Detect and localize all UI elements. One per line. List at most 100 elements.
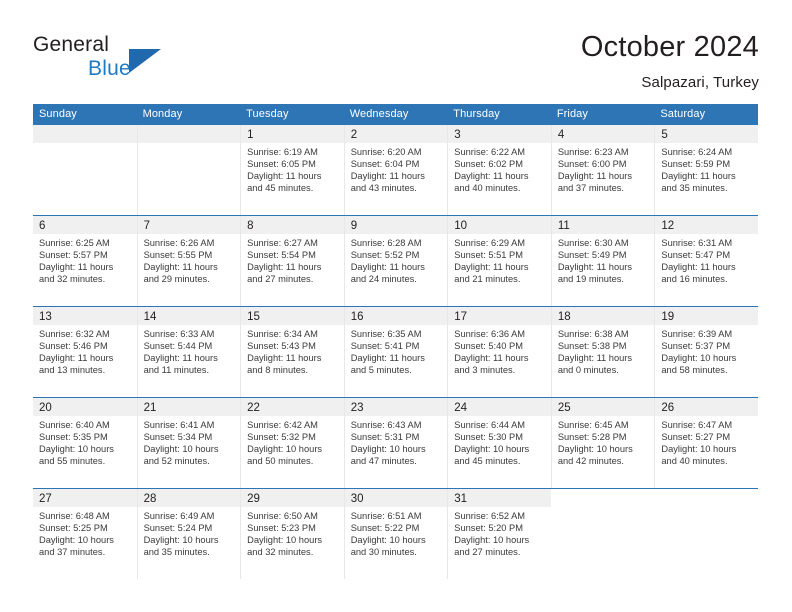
- day-number-band: 17: [448, 307, 551, 325]
- calendar-day-cell[interactable]: 26 Sunrise: 6:47 AM Sunset: 5:27 PM Dayli…: [654, 398, 758, 488]
- calendar-day-cell[interactable]: 3 Sunrise: 6:22 AM Sunset: 6:02 PM Daylig…: [447, 125, 551, 215]
- calendar-day-cell[interactable]: 12 Sunrise: 6:31 AM Sunset: 5:47 PM Dayli…: [654, 216, 758, 306]
- day-sun-details: Sunrise: 6:22 AM Sunset: 6:02 PM Dayligh…: [454, 147, 529, 193]
- day-number: 6: [39, 220, 46, 232]
- day-number: 1: [247, 129, 254, 141]
- day-number: 2: [350, 129, 358, 141]
- day-number: 12: [661, 220, 675, 232]
- calendar-day-cell[interactable]: 11 Sunrise: 6:30 AM Sunset: 5:49 PM Dayli…: [550, 216, 655, 306]
- day-number: 13: [39, 311, 52, 323]
- calendar-day-cell[interactable]: 1 Sunrise: 6:19 AM Sunset: 6:05 PM Daylig…: [240, 125, 344, 215]
- day-of-week-header-monday: Monday: [142, 108, 183, 120]
- day-number: 29: [247, 493, 260, 505]
- day-of-week-header-tuesday: Tuesday: [246, 108, 289, 120]
- page-header: General Blue October 2024 Salpazari, Tur…: [0, 0, 792, 100]
- day-sun-details: [33, 143, 137, 147]
- day-of-week-header-saturday: Saturday: [660, 108, 706, 120]
- day-number-band: 8: [241, 216, 344, 234]
- day-number: 18: [557, 311, 571, 323]
- day-number-band: 3: [448, 125, 551, 143]
- calendar-day-cell[interactable]: 6 Sunrise: 6:25 AM Sunset: 5:57 PM Daylig…: [33, 216, 137, 306]
- day-number-band: [655, 489, 758, 507]
- calendar-day-cell[interactable]: 27 Sunrise: 6:48 AM Sunset: 5:25 PM Dayli…: [33, 489, 137, 579]
- day-sun-details: Sunrise: 6:40 AM Sunset: 5:35 PM Dayligh…: [39, 420, 114, 466]
- day-of-week-header-wednesday: Wednesday: [349, 108, 409, 120]
- day-of-week-header-thursday: Thursday: [453, 108, 500, 120]
- calendar-day-cell[interactable]: 29 Sunrise: 6:50 AM Sunset: 5:23 PM Dayli…: [240, 489, 344, 579]
- day-number: 16: [350, 311, 364, 323]
- day-sun-details: Sunrise: 6:32 AM Sunset: 5:46 PM Dayligh…: [39, 329, 114, 375]
- calendar-day-cell[interactable]: 20 Sunrise: 6:40 AM Sunset: 5:35 PM Dayli…: [33, 398, 137, 488]
- day-of-week-header-row: Sunday Monday Tuesday Wednesday Thursday Frid…: [33, 104, 758, 125]
- day-sun-details: Sunrise: 6:49 AM Sunset: 5:24 PM Dayligh…: [143, 511, 219, 557]
- day-sun-details: Sunrise: 6:47 AM Sunset: 5:27 PM Dayligh…: [661, 420, 737, 466]
- day-number: 8: [247, 220, 254, 232]
- calendar-day-cell[interactable]: 2 Sunrise: 6:20 AM Sunset: 6:04 PM Daylig…: [343, 125, 448, 215]
- day-number: 24: [454, 402, 468, 414]
- calendar-day-cell[interactable]: 21 Sunrise: 6:41 AM Sunset: 5:34 PM Dayli…: [136, 398, 241, 488]
- day-number: 14: [143, 311, 157, 323]
- calendar-day-cell[interactable]: 13 Sunrise: 6:32 AM Sunset: 5:46 PM Dayli…: [33, 307, 137, 397]
- day-sun-details: Sunrise: 6:31 AM Sunset: 5:47 PM Dayligh…: [661, 238, 736, 284]
- day-number: 15: [247, 311, 260, 323]
- page-title: October 2024: [580, 31, 759, 63]
- day-number: 17: [454, 311, 468, 323]
- calendar-day-cell[interactable]: 19 Sunrise: 6:39 AM Sunset: 5:37 PM Dayli…: [654, 307, 758, 397]
- calendar-week-row: 27 Sunrise: 6:48 AM Sunset: 5:25 PM Dayli…: [33, 488, 758, 579]
- calendar-day-cell[interactable]: 28 Sunrise: 6:49 AM Sunset: 5:24 PM Dayli…: [136, 489, 241, 579]
- calendar-day-cell[interactable]: 30 Sunrise: 6:51 AM Sunset: 5:22 PM Dayli…: [343, 489, 448, 579]
- day-number-band: 27: [33, 489, 137, 507]
- day-sun-details: Sunrise: 6:48 AM Sunset: 5:25 PM Dayligh…: [39, 511, 114, 557]
- calendar-day-cell[interactable]: 8 Sunrise: 6:27 AM Sunset: 5:54 PM Daylig…: [240, 216, 344, 306]
- calendar-day-cell[interactable]: 9 Sunrise: 6:28 AM Sunset: 5:52 PM Daylig…: [343, 216, 448, 306]
- day-number-band: 22: [241, 398, 344, 416]
- day-number: 26: [661, 402, 675, 414]
- day-number-band: 18: [551, 307, 655, 325]
- calendar-day-cell[interactable]: 31 Sunrise: 6:52 AM Sunset: 5:20 PM Dayli…: [447, 489, 551, 579]
- day-number-band: 14: [137, 307, 241, 325]
- day-sun-details: Sunrise: 6:38 AM Sunset: 5:38 PM Dayligh…: [557, 329, 633, 375]
- calendar-day-cell[interactable]: 15 Sunrise: 6:34 AM Sunset: 5:43 PM Dayli…: [240, 307, 344, 397]
- day-sun-details: Sunrise: 6:24 AM Sunset: 5:59 PM Dayligh…: [661, 147, 736, 193]
- day-number: 19: [661, 311, 675, 323]
- calendar-day-cell[interactable]: 23 Sunrise: 6:43 AM Sunset: 5:31 PM Dayli…: [343, 398, 448, 488]
- day-number-band: 9: [344, 216, 448, 234]
- day-number-band: 15: [241, 307, 344, 325]
- triangle-logo-icon: [129, 49, 161, 73]
- page-subtitle: Salpazari, Turkey: [641, 74, 759, 91]
- day-number-band: 28: [137, 489, 241, 507]
- calendar-day-cell[interactable]: 10 Sunrise: 6:29 AM Sunset: 5:51 PM Dayli…: [447, 216, 551, 306]
- brand-logo[interactable]: General Blue: [33, 33, 173, 85]
- day-sun-details: Sunrise: 6:51 AM Sunset: 5:22 PM Dayligh…: [350, 511, 426, 557]
- calendar-day-cell[interactable]: 14 Sunrise: 6:33 AM Sunset: 5:44 PM Dayli…: [136, 307, 241, 397]
- day-number-band: 5: [655, 125, 758, 143]
- day-sun-details: Sunrise: 6:36 AM Sunset: 5:40 PM Dayligh…: [454, 329, 529, 375]
- day-sun-details: Sunrise: 6:28 AM Sunset: 5:52 PM Dayligh…: [350, 238, 425, 284]
- calendar-grid: Sunday Monday Tuesday Wednesday Thursday Frid…: [33, 104, 758, 579]
- day-number: 10: [454, 220, 468, 232]
- calendar-day-cell[interactable]: 22 Sunrise: 6:42 AM Sunset: 5:32 PM Dayli…: [240, 398, 344, 488]
- calendar-day-cell[interactable]: 7 Sunrise: 6:26 AM Sunset: 5:55 PM Daylig…: [136, 216, 241, 306]
- day-sun-details: Sunrise: 6:33 AM Sunset: 5:44 PM Dayligh…: [143, 329, 218, 375]
- calendar-day-cell[interactable]: 18 Sunrise: 6:38 AM Sunset: 5:38 PM Dayli…: [550, 307, 655, 397]
- day-number-band: 31: [448, 489, 551, 507]
- calendar-day-cell-empty: [654, 489, 758, 579]
- calendar-day-cell[interactable]: 24 Sunrise: 6:44 AM Sunset: 5:30 PM Dayli…: [447, 398, 551, 488]
- calendar-day-cell[interactable]: 17 Sunrise: 6:36 AM Sunset: 5:40 PM Dayli…: [447, 307, 551, 397]
- day-number-band: [137, 125, 241, 143]
- day-sun-details: [552, 507, 655, 511]
- calendar-page: General Blue October 2024 Salpazari, Tur…: [0, 0, 792, 612]
- calendar-day-cell[interactable]: 25 Sunrise: 6:45 AM Sunset: 5:28 PM Dayli…: [550, 398, 655, 488]
- calendar-day-cell[interactable]: 16 Sunrise: 6:35 AM Sunset: 5:41 PM Dayli…: [343, 307, 448, 397]
- day-sun-details: Sunrise: 6:25 AM Sunset: 5:57 PM Dayligh…: [39, 238, 114, 284]
- calendar-day-cell[interactable]: 5 Sunrise: 6:24 AM Sunset: 5:59 PM Daylig…: [654, 125, 758, 215]
- day-sun-details: Sunrise: 6:26 AM Sunset: 5:55 PM Dayligh…: [143, 238, 218, 284]
- day-number-band: 20: [33, 398, 137, 416]
- day-sun-details: Sunrise: 6:23 AM Sunset: 6:00 PM Dayligh…: [557, 147, 633, 193]
- day-sun-details: [138, 143, 241, 147]
- day-number-band: 11: [551, 216, 655, 234]
- calendar-day-cell[interactable]: 4 Sunrise: 6:23 AM Sunset: 6:00 PM Daylig…: [550, 125, 655, 215]
- day-number: 21: [143, 402, 157, 414]
- day-number-band: [33, 125, 137, 143]
- calendar-day-cell-empty: [551, 489, 655, 579]
